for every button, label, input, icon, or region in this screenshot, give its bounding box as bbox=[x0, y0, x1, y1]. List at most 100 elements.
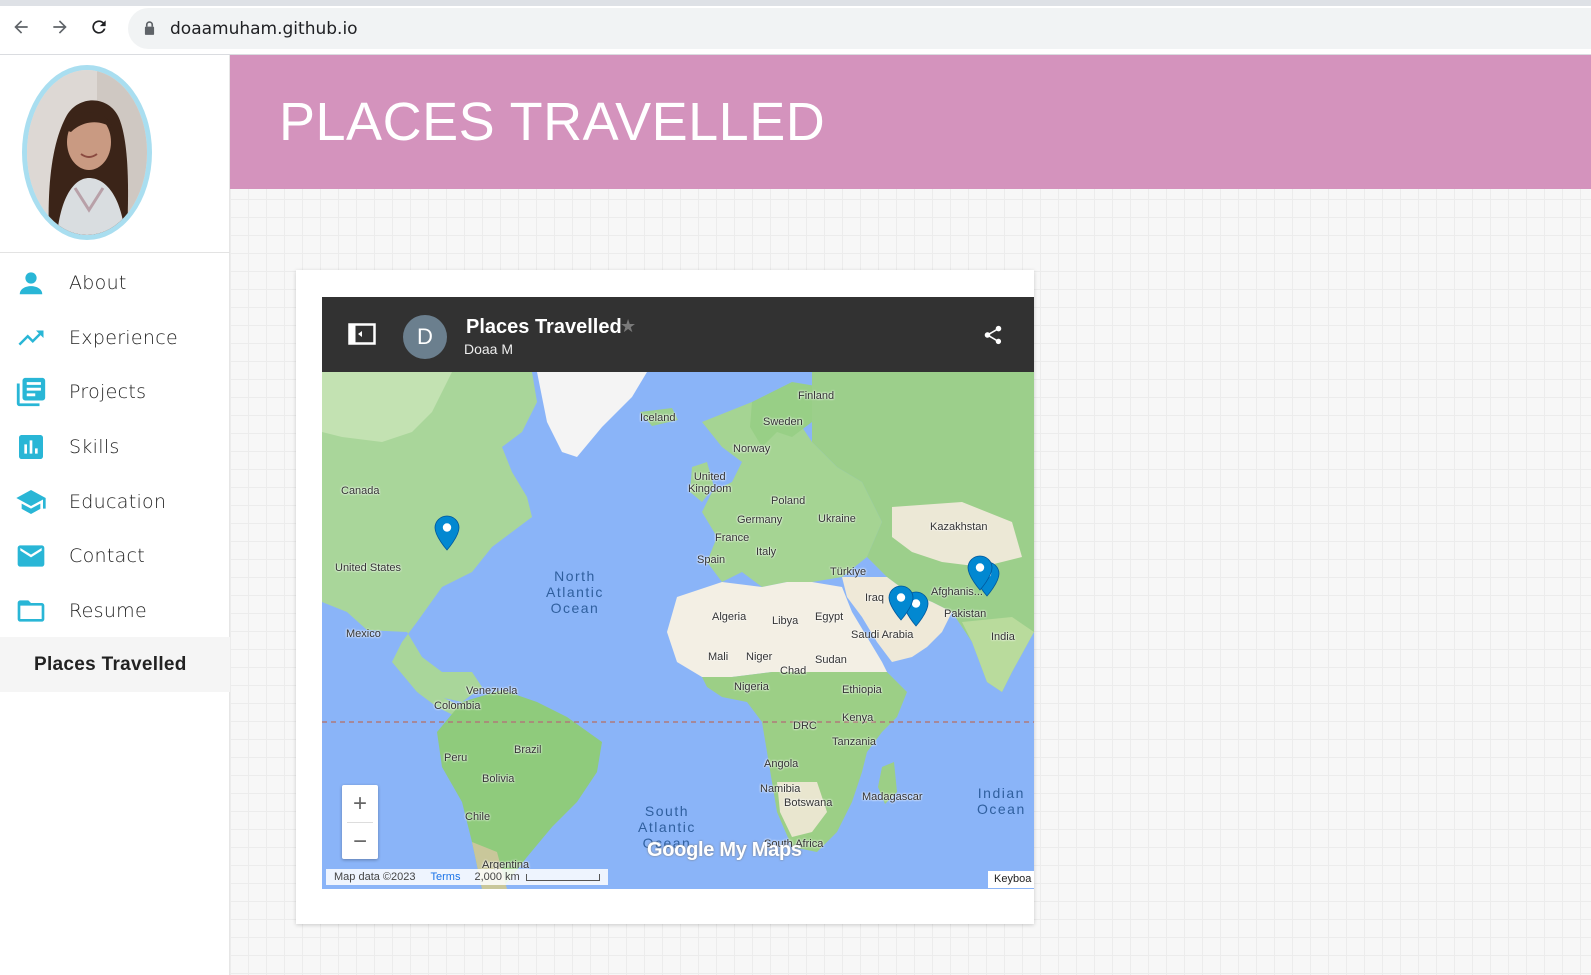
school-icon bbox=[14, 485, 48, 519]
keyboard-shortcuts-button[interactable]: Keyboa bbox=[988, 871, 1034, 888]
sidebar-item-label: Contact bbox=[69, 545, 146, 567]
map-label-chad: Chad bbox=[780, 665, 807, 677]
map-label-kazakhstan: Kazakhstan bbox=[930, 521, 988, 533]
map-label-tanzania: Tanzania bbox=[832, 736, 877, 748]
map-label-egypt: Egypt bbox=[815, 611, 844, 623]
trending-up-icon bbox=[14, 321, 48, 355]
sidebar-item-label: Education bbox=[69, 491, 167, 513]
map-label-drc: DRC bbox=[793, 720, 817, 732]
zoom-in-button[interactable]: + bbox=[342, 785, 378, 822]
google-my-maps-embed[interactable]: D Places Travelled ★ Doaa M Iceland Finl… bbox=[322, 297, 1034, 889]
zoom-out-button[interactable]: − bbox=[342, 823, 378, 860]
sidebar-item-places-travelled[interactable]: Places Travelled bbox=[0, 637, 230, 692]
map-attribution: Map data ©2023 Terms 2,000 km bbox=[326, 869, 608, 885]
map-label-norway: Norway bbox=[733, 443, 771, 455]
map-marker-pin[interactable] bbox=[888, 585, 914, 621]
owner-avatar: D bbox=[403, 315, 447, 359]
url-text: doaamuham.github.io bbox=[170, 19, 358, 39]
terms-link[interactable]: Terms bbox=[431, 871, 461, 883]
sidebar-item-label: About bbox=[69, 272, 127, 294]
map-label-germany: Germany bbox=[737, 514, 783, 526]
map-label-brazil: Brazil bbox=[514, 744, 542, 756]
sidebar-item-label: Skills bbox=[69, 436, 120, 458]
bar-chart-icon bbox=[14, 430, 48, 464]
map-header: D Places Travelled ★ Doaa M bbox=[322, 297, 1034, 372]
scale-bar bbox=[525, 873, 600, 881]
star-icon[interactable]: ★ bbox=[620, 316, 636, 337]
map-label-pakistan: Pakistan bbox=[944, 608, 987, 620]
map-label-italy: Italy bbox=[756, 546, 777, 558]
share-icon[interactable] bbox=[982, 324, 1004, 346]
scale-text: 2,000 km bbox=[474, 871, 520, 883]
map-label-iceland: Iceland bbox=[640, 412, 676, 424]
map-label-mali: Mali bbox=[708, 651, 729, 663]
map-label-peru: Peru bbox=[444, 752, 468, 764]
page-banner: PLACES TRAVELLED bbox=[230, 55, 1591, 189]
map-title: Places Travelled bbox=[466, 316, 622, 338]
map-label-canada: Canada bbox=[341, 485, 380, 497]
sidebar-item-experience[interactable]: Experience bbox=[0, 312, 230, 364]
map-label-mexico: Mexico bbox=[346, 628, 381, 640]
map-label-venezuela: Venezuela bbox=[466, 685, 518, 697]
map-label-sweden: Sweden bbox=[763, 416, 803, 428]
reload-icon[interactable] bbox=[86, 14, 112, 40]
map-label-turkiye: Türkiye bbox=[830, 566, 867, 578]
sidebar-item-label: Places Travelled bbox=[34, 653, 187, 675]
sidebar-item-about[interactable]: About bbox=[0, 257, 230, 309]
map-label-algeria: Algeria bbox=[712, 611, 747, 623]
sidebar-item-resume[interactable]: Resume bbox=[0, 585, 230, 637]
person-icon bbox=[14, 266, 48, 300]
map-label-india: India bbox=[991, 631, 1015, 643]
folder-icon bbox=[14, 594, 48, 628]
map-label-libya: Libya bbox=[772, 615, 799, 627]
tab-strip bbox=[0, 0, 1591, 6]
map-canvas[interactable]: Iceland Finland Sweden Norway United Kin… bbox=[322, 372, 1034, 889]
map-label-madagascar: Madagascar bbox=[862, 791, 923, 803]
profile-photo-frame bbox=[22, 65, 152, 240]
map-label-united-states: United States bbox=[335, 562, 402, 574]
lock-icon[interactable] bbox=[144, 21, 155, 35]
map-label-kenya: Kenya bbox=[842, 712, 874, 724]
map-label-iraq: Iraq bbox=[865, 592, 884, 604]
map-label-sudan: Sudan bbox=[815, 654, 847, 666]
ocean-label-north-atlantic: North Atlantic Ocean bbox=[546, 568, 604, 617]
map-label-niger: Niger bbox=[746, 651, 773, 663]
address-bar[interactable]: doaamuham.github.io bbox=[128, 8, 1591, 49]
ocean-label-indian: Indian Ocean bbox=[977, 785, 1026, 818]
map-label-uk: United Kingdom bbox=[688, 471, 732, 496]
google-my-maps-logo: Google My Maps bbox=[647, 839, 802, 861]
map-label-spain: Spain bbox=[697, 554, 726, 566]
map-label-bolivia: Bolivia bbox=[482, 773, 515, 785]
side-panel-icon[interactable] bbox=[348, 323, 376, 345]
sidebar-item-label: Experience bbox=[69, 327, 178, 349]
sidebar-item-skills[interactable]: Skills bbox=[0, 421, 230, 473]
map-label-saudi-arabia: Saudi Arabia bbox=[851, 629, 914, 641]
sidebar-item-label: Projects bbox=[69, 381, 147, 403]
map-label-colombia: Colombia bbox=[434, 700, 481, 712]
sidebar: About Experience Projects Skills Educati… bbox=[0, 55, 230, 975]
map-label-ethiopia: Ethiopia bbox=[842, 684, 882, 696]
map-label-finland: Finland bbox=[798, 390, 835, 402]
sidebar-divider bbox=[0, 252, 230, 253]
sidebar-item-contact[interactable]: Contact bbox=[0, 530, 230, 582]
map-label-namibia: Namibia bbox=[760, 783, 801, 795]
sidebar-item-education[interactable]: Education bbox=[0, 476, 230, 528]
map-label-ukraine: Ukraine bbox=[818, 513, 856, 525]
browser-toolbar: doaamuham.github.io bbox=[0, 0, 1591, 55]
avatar bbox=[27, 70, 147, 235]
map-marker-pin[interactable] bbox=[434, 515, 460, 551]
forward-arrow-icon[interactable] bbox=[47, 14, 73, 40]
sidebar-item-projects[interactable]: Projects bbox=[0, 366, 230, 418]
map-label-chile: Chile bbox=[465, 811, 491, 823]
mail-icon bbox=[14, 539, 48, 573]
page-title: PLACES TRAVELLED bbox=[279, 92, 826, 152]
back-arrow-icon[interactable] bbox=[8, 14, 34, 40]
zoom-controls: + − bbox=[342, 785, 378, 859]
sidebar-item-label: Resume bbox=[69, 600, 147, 622]
map-scale[interactable]: 2,000 km bbox=[474, 871, 600, 883]
map-label-poland: Poland bbox=[771, 495, 806, 507]
map-marker-pin[interactable] bbox=[967, 555, 993, 591]
map-owner: Doaa M bbox=[464, 341, 514, 357]
main-content: PLACES TRAVELLED D Places Travelled ★ Do… bbox=[230, 55, 1591, 975]
map-label-france: France bbox=[715, 532, 750, 544]
